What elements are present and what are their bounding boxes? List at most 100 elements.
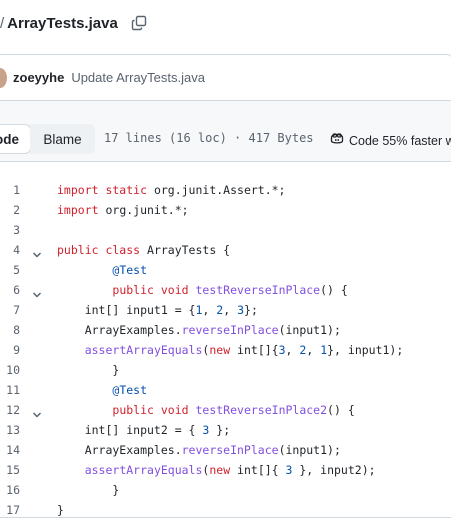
- code-token: org.junit.*;: [105, 203, 189, 217]
- code-token: ArrayExamples.: [57, 323, 182, 337]
- line-number[interactable]: 16: [0, 480, 20, 500]
- copilot-icon: [329, 130, 345, 151]
- code-line: 11 @Test: [0, 380, 451, 400]
- code-token: };: [244, 303, 258, 317]
- code-text: }: [57, 480, 119, 500]
- line-number[interactable]: 14: [0, 440, 20, 460]
- code-line: 8 ArrayExamples.reverseInPlace(input1);: [0, 320, 451, 340]
- code-text: ArrayExamples.reverseInPlace(input1);: [57, 440, 341, 460]
- code-text: import org.junit.*;: [57, 200, 189, 220]
- line-number[interactable]: 12: [0, 400, 20, 420]
- line-number[interactable]: 17: [0, 500, 20, 520]
- code-line: 10 }: [0, 360, 451, 380]
- code-lines: 1 import static org.junit.Assert.*; 2 impor…: [0, 180, 451, 520]
- latest-commit-bar: zoeyyhe Update ArrayTests.java: [0, 54, 451, 100]
- line-number[interactable]: 13: [0, 420, 20, 440]
- file-info: 17 lines (16 loc) · 417 Bytes: [104, 131, 314, 145]
- avatar[interactable]: [0, 67, 7, 88]
- breadcrumb: / ArrayTests.java: [0, 12, 147, 34]
- code-line: 16 }: [0, 480, 451, 500]
- code-token: 3: [237, 303, 245, 317]
- code-token: import: [57, 203, 106, 217]
- code-token: };: [209, 423, 231, 437]
- line-number[interactable]: 1: [0, 180, 20, 200]
- code-token: public void: [112, 283, 196, 297]
- code-line: 6 public void testReverseInPlace() {: [0, 280, 451, 300]
- code-token: () {: [327, 403, 355, 417]
- line-number[interactable]: 10: [0, 360, 20, 380]
- code-line: 7 int[] input1 = {1, 2, 3};: [0, 300, 451, 320]
- copilot-text: Code 55% faster wi: [349, 133, 451, 148]
- code-token: public class: [57, 243, 148, 257]
- line-number[interactable]: 7: [0, 300, 20, 320]
- code-line: 4 public class ArrayTests {: [0, 240, 451, 260]
- line-number[interactable]: 15: [0, 460, 20, 480]
- code-text: ArrayExamples.reverseInPlace(input1);: [57, 320, 341, 340]
- code-text: public void testReverseInPlace2() {: [57, 400, 355, 420]
- code-token: public void: [112, 403, 196, 417]
- code-line: 5 @Test: [0, 260, 451, 280]
- line-number[interactable]: 2: [0, 200, 20, 220]
- blame-view-button[interactable]: Blame: [30, 124, 95, 154]
- code-line: 2 import org.junit.*;: [0, 200, 451, 220]
- code-token: assertArrayEquals: [84, 463, 203, 477]
- copy-icon[interactable]: [131, 15, 147, 31]
- code-text: import static org.junit.Assert.*;: [57, 180, 286, 200]
- code-text: }: [57, 500, 64, 520]
- view-toggle: Code Blame: [0, 124, 95, 154]
- code-token: ,: [202, 303, 217, 317]
- code-line: 1 import static org.junit.Assert.*;: [0, 180, 451, 200]
- code-token: @Test: [112, 263, 148, 277]
- code-token: reverseInPlace: [181, 323, 279, 337]
- code-token: int[] input2 = {: [57, 423, 203, 437]
- commit-message[interactable]: Update ArrayTests.java: [71, 70, 205, 85]
- code-token: ArrayExamples.: [57, 443, 182, 457]
- commit-author[interactable]: zoeyyhe: [13, 70, 64, 85]
- code-token: @Test: [112, 383, 148, 397]
- code-line: 12 public void testReverseInPlace2() {: [0, 400, 451, 420]
- breadcrumb-separator: /: [0, 14, 5, 32]
- line-number[interactable]: 6: [0, 280, 20, 300]
- copilot-promo[interactable]: Code 55% faster wi: [329, 130, 451, 151]
- line-number[interactable]: 4: [0, 240, 20, 260]
- code-line: 13 int[] input2 = { 3 };: [0, 420, 451, 440]
- code-token: int[] input1 = {: [57, 303, 196, 317]
- code-text: assertArrayEquals(new int[]{3, 2, 1}, in…: [57, 340, 404, 360]
- code-text: public void testReverseInPlace() {: [57, 280, 348, 300]
- line-number[interactable]: 8: [0, 320, 20, 340]
- code-text: public class ArrayTests {: [57, 240, 230, 260]
- code-token: new: [209, 343, 238, 357]
- code-token: }: [57, 503, 64, 517]
- code-text: int[] input1 = {1, 2, 3};: [57, 300, 258, 320]
- code-token: import static: [57, 183, 154, 197]
- code-line: 14 ArrayExamples.reverseInPlace(input1);: [0, 440, 451, 460]
- code-text: }: [57, 360, 119, 380]
- code-text: int[] input2 = { 3 };: [57, 420, 230, 440]
- code-line: 9 assertArrayEquals(new int[]{3, 2, 1}, …: [0, 340, 451, 360]
- code-line: 3: [0, 220, 451, 240]
- code-token: ,: [285, 343, 300, 357]
- line-number[interactable]: 11: [0, 380, 20, 400]
- code-text: assertArrayEquals(new int[]{ 3 }, input2…: [57, 460, 376, 480]
- code-token: org.junit.Assert.*;: [153, 183, 286, 197]
- line-number[interactable]: 5: [0, 260, 20, 280]
- code-token: testReverseInPlace2: [195, 403, 328, 417]
- code-token: int[]{: [237, 343, 279, 357]
- code-token: int[]{: [237, 463, 286, 477]
- code-text: @Test: [57, 260, 147, 280]
- code-token: new: [209, 463, 238, 477]
- line-number[interactable]: 9: [0, 340, 20, 360]
- code-token: 3: [278, 343, 286, 357]
- line-number[interactable]: 3: [0, 220, 20, 240]
- code-token: }, input1);: [327, 343, 404, 357]
- code-token: (input1);: [278, 443, 341, 457]
- file-name-title: ArrayTests.java: [7, 14, 118, 32]
- code-view-button[interactable]: Code: [0, 124, 31, 154]
- code-token: () {: [320, 283, 348, 297]
- code-token: ,: [223, 303, 238, 317]
